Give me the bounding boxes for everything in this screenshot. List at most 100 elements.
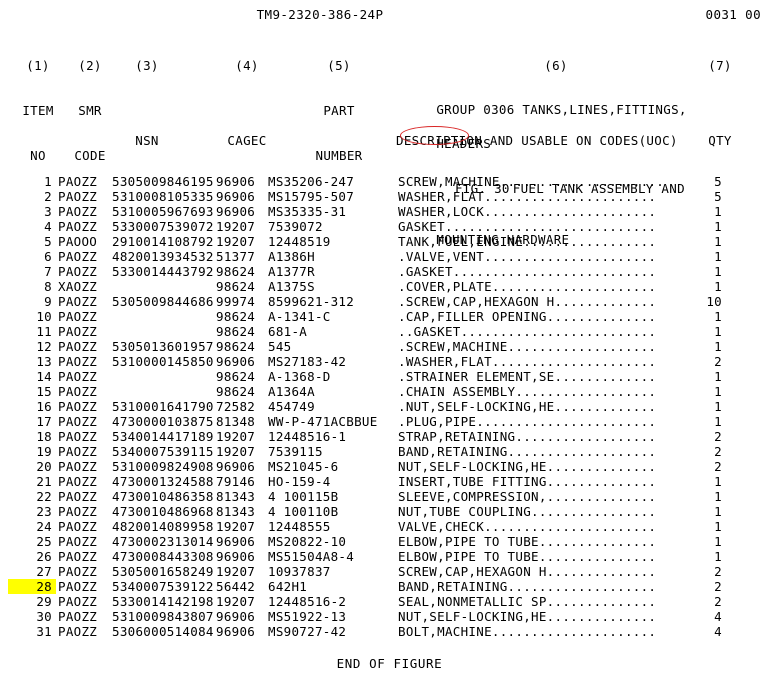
row-cagec: 81348 xyxy=(216,414,256,429)
row-item-no: 17 xyxy=(36,414,52,429)
row-item-no: 8 xyxy=(44,279,52,294)
row-qty: 1 xyxy=(714,324,722,339)
table-row: 13 PAOZZ 5310000145850 96906 MS27183-42 .WASH… xyxy=(0,354,779,369)
row-qty: 1 xyxy=(714,219,722,234)
row-part-number: 545 xyxy=(268,339,292,354)
row-nsn: 4730010486968 xyxy=(112,504,214,519)
table-row: 26 PAOZZ 4730008443308 96906 MS51504A8-4 ELBO… xyxy=(0,549,779,564)
row-nsn: 5340007539122 xyxy=(112,579,214,594)
row-smr-code: PAOZZ xyxy=(58,504,98,519)
column-label-no: NO xyxy=(30,148,46,163)
table-row: 23 PAOZZ 4730010486968 81343 4 100110B NUT,TU… xyxy=(0,504,779,519)
row-part-number: 454749 xyxy=(268,399,315,414)
row-smr-code: PAOZZ xyxy=(58,414,98,429)
row-smr-code: PAOZZ xyxy=(58,579,98,594)
row-item-no: 2 xyxy=(44,189,52,204)
row-nsn: 5340007539115 xyxy=(112,444,214,459)
row-qty: 2 xyxy=(714,579,722,594)
column-number-4: (4) xyxy=(235,58,259,73)
row-nsn: 4730001324588 xyxy=(112,474,214,489)
column-label-qty: QTY xyxy=(708,133,732,148)
row-item-no: 10 xyxy=(36,309,52,324)
row-cagec: 19207 xyxy=(216,219,256,234)
row-smr-code: XAOZZ xyxy=(58,279,98,294)
row-nsn: 5310009824908 xyxy=(112,459,214,474)
row-smr-code: PAOZZ xyxy=(58,564,98,579)
column-number-5: (5) xyxy=(327,58,351,73)
row-description: WASHER,LOCK...................... xyxy=(398,204,657,219)
row-item-no: 29 xyxy=(36,594,52,609)
row-smr-code: PAOZZ xyxy=(58,174,98,189)
table-row: 10 PAOZZ 98624 A-1341-C .CAP,FILLER OPENING.… xyxy=(0,309,779,324)
row-description: GASKET........................... xyxy=(398,219,657,234)
row-item-no: 12 xyxy=(36,339,52,354)
row-cagec: 96906 xyxy=(216,534,256,549)
row-item-no: 26 xyxy=(36,549,52,564)
row-part-number: 12448516-2 xyxy=(268,594,347,609)
column-label-number: NUMBER xyxy=(315,148,363,163)
row-nsn: 4730010486358 xyxy=(112,489,214,504)
row-nsn: 5305013601957 xyxy=(112,339,214,354)
row-description: TANK,FUEL,ENGINE................. xyxy=(398,234,657,249)
row-item-no-highlighted: 28 xyxy=(8,579,56,594)
table-row: 5 PAOOO 2910014108792 19207 12448519 TANK,FUE… xyxy=(0,234,779,249)
row-description: BAND,RETAINING................... xyxy=(398,444,657,459)
row-cagec: 98624 xyxy=(216,309,256,324)
row-cagec: 98624 xyxy=(216,279,256,294)
row-part-number: 7539115 xyxy=(268,444,323,459)
parts-table: 1 PAOZZ 5305009846195 96906 MS35206-247 SCREW… xyxy=(0,174,779,639)
row-description: SLEEVE,COMPRESSION,.............. xyxy=(398,489,657,504)
row-nsn: 4730002313014 xyxy=(112,534,214,549)
row-smr-code: PAOZZ xyxy=(58,594,98,609)
row-nsn: 5330014142198 xyxy=(112,594,214,609)
row-description: .WASHER,FLAT..................... xyxy=(398,354,657,369)
row-smr-code: PAOZZ xyxy=(58,249,98,264)
column-label-nsn: NSN xyxy=(135,133,159,148)
parts-list-page: TM9-2320-386-24P 0031 00 (1) ITEM NO (2)… xyxy=(0,0,779,686)
row-smr-code: PAOZZ xyxy=(58,264,98,279)
row-qty: 2 xyxy=(714,564,722,579)
row-part-number: MS21045-6 xyxy=(268,459,339,474)
row-description: .VALVE,VENT...................... xyxy=(398,249,657,264)
row-part-number: MS27183-42 xyxy=(268,354,347,369)
row-item-no: 4 xyxy=(44,219,52,234)
row-description: NUT,TUBE COUPLING................ xyxy=(398,504,657,519)
table-row: 22 PAOZZ 4730010486358 81343 4 100115B SLEEVE… xyxy=(0,489,779,504)
row-cagec: 19207 xyxy=(216,234,256,249)
table-row: 28 PAOZZ 5340007539122 56442 642H1 BAND,RETAI… xyxy=(0,579,779,594)
table-row: 15 PAOZZ 98624 A1364A .CHAIN ASSEMBLY.......… xyxy=(0,384,779,399)
row-item-no: 5 xyxy=(44,234,52,249)
row-item-no: 18 xyxy=(36,429,52,444)
row-qty: 4 xyxy=(714,624,722,639)
row-smr-code: PAOZZ xyxy=(58,459,98,474)
row-qty: 4 xyxy=(714,609,722,624)
row-part-number: 10937837 xyxy=(268,564,331,579)
row-cagec: 99974 xyxy=(216,294,256,309)
row-nsn: 5306000514084 xyxy=(112,624,214,639)
row-cagec: 96906 xyxy=(216,459,256,474)
row-qty: 2 xyxy=(714,354,722,369)
row-item-no: 19 xyxy=(36,444,52,459)
table-row: 30 PAOZZ 5310009843807 96906 MS51922-13 NUT,S… xyxy=(0,609,779,624)
page-number: 0031 00 xyxy=(705,7,761,22)
row-description: VALVE,CHECK...................... xyxy=(398,519,657,534)
column-header-qty: (7) QTY xyxy=(700,28,740,178)
row-item-no: 31 xyxy=(36,624,52,639)
table-row: 2 PAOZZ 5310008105335 96906 MS15795-507 WASHE… xyxy=(0,189,779,204)
row-nsn: 4730000103875 xyxy=(112,414,214,429)
table-row: 31 PAOZZ 5306000514084 96906 MS90727-42 BOLT,… xyxy=(0,624,779,639)
table-row: 21 PAOZZ 4730001324588 79146 HO-159-4 INSERT,… xyxy=(0,474,779,489)
row-cagec: 19207 xyxy=(216,594,256,609)
row-item-no: 3 xyxy=(44,204,52,219)
row-qty: 1 xyxy=(714,534,722,549)
row-nsn: 5330007539072 xyxy=(112,219,214,234)
column-label-code: CODE xyxy=(74,148,106,163)
row-description: BOLT,MACHINE..................... xyxy=(398,624,657,639)
row-item-no: 15 xyxy=(36,384,52,399)
row-nsn: 5310009843807 xyxy=(112,609,214,624)
row-description: SCREW,CAP,HEXAGON H.............. xyxy=(398,564,657,579)
row-cagec: 96906 xyxy=(216,609,256,624)
row-cagec: 19207 xyxy=(216,564,256,579)
row-nsn: 5305001658249 xyxy=(112,564,214,579)
row-description: NUT,SELF-LOCKING,HE.............. xyxy=(398,459,657,474)
